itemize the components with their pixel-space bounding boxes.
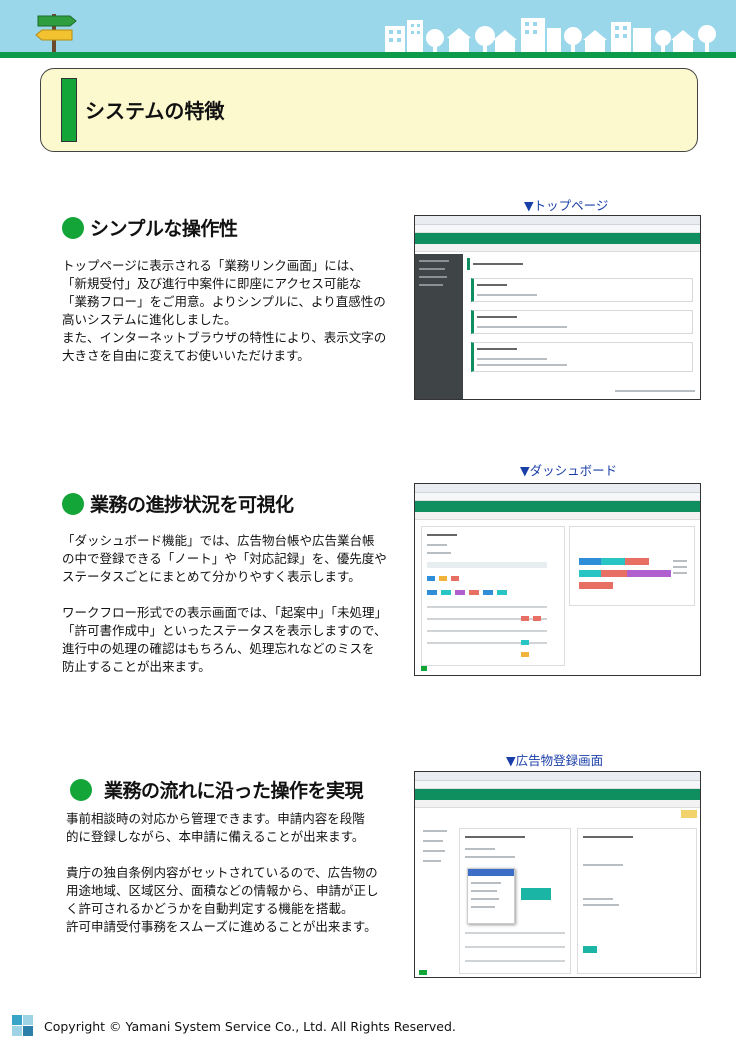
green-dot-icon [62, 216, 84, 239]
body-line: 「ダッシュボード機能」では、広告物台帳や広告業台帳 [62, 533, 375, 548]
body-line: 事前相談時の対応から管理できます。申請内容を段階 [66, 811, 365, 826]
body-line: 大きさを自由に変えてお使いいただけます。 [62, 348, 310, 363]
section-3-caption: ▼広告物登録画面 [506, 753, 604, 768]
body-line: 高いシステムに進化しました。 [62, 312, 237, 327]
section-2-body: 「ダッシュボード機能」では、広告物台帳や広告業台帳 の中で登録できる「ノート」や… [62, 532, 392, 676]
body-line: 進行中の処理の確認はもちろん、処理忘れなどのミスを [62, 641, 375, 656]
section-2-caption: ▼ダッシュボード [520, 463, 618, 478]
page-title: システムの特徴 [85, 99, 225, 123]
town-skyline-icon [385, 18, 716, 52]
company-logo-icon [12, 1015, 34, 1037]
section-3-body: 事前相談時の対応から管理できます。申請内容を段階 的に登録しながら、本申請に備え… [66, 810, 396, 936]
section-1-body: トップページに表示される「業務リンク画面」には、 「新規受付」及び進行中案件に即… [62, 257, 392, 365]
body-line: また、インターネットブラウザの特性により、表示文字の [62, 330, 387, 345]
ad-registration-screenshot [414, 771, 701, 978]
section-2-heading: 業務の進捗状況を可視化 [62, 490, 294, 517]
section-1-title: シンプルな操作性 [90, 218, 238, 240]
body-line: 用途地域、区域区分、面積などの情報から、申請が正し [66, 883, 379, 898]
body-line: 防止することが出来ます。 [62, 659, 211, 674]
title-box: システムの特徴 [40, 68, 698, 152]
section-2-title: 業務の進捗状況を可視化 [90, 494, 294, 516]
body-line: ワークフロー形式での表示画面では、「起案中」「未処理」 [62, 605, 388, 620]
copyright-text: Copyright © Yamani System Service Co., L… [44, 1018, 456, 1034]
body-line: 許可申請受付事務をスムーズに進めることが出来ます。 [66, 919, 377, 934]
body-line: 的に登録しながら、本申請に備えることが出来ます。 [66, 829, 365, 844]
header-green-line [0, 52, 736, 58]
dashboard-screenshot [414, 483, 701, 676]
section-3-title: 業務の流れに沿った操作を実現 [104, 780, 364, 802]
footer: Copyright © Yamani System Service Co., L… [12, 1015, 456, 1037]
body-line: の中で登録できる「ノート」や「対応記録」を、優先度や [62, 551, 387, 566]
body-line: 「新規受付」及び進行中案件に即座にアクセス可能な [62, 276, 362, 291]
body-line: トップページに表示される「業務リンク画面」には、 [62, 258, 362, 273]
section-1-caption: ▼トップページ [524, 198, 609, 213]
section-1-heading: シンプルな操作性 [62, 214, 238, 241]
title-accent-bar [61, 78, 77, 142]
top-page-screenshot [414, 215, 701, 400]
body-line: く許可されるかどうかを自動判定する機能を搭載。 [66, 901, 354, 916]
body-line: ステータスごとにまとめて分かりやすく表示します。 [62, 569, 361, 584]
body-line: 貴庁の独自条例内容がセットされているので、広告物の [66, 865, 378, 880]
green-dot-icon [62, 492, 84, 515]
body-line: 「許可書作成中」といったステータスを表示しますので、 [62, 623, 387, 638]
body-line: 「業務フロー」をご用意。よりシンプルに、より直感性の [62, 294, 386, 309]
section-3-heading: 業務の流れに沿った操作を実現 [70, 776, 364, 803]
signpost-icon [35, 14, 77, 52]
green-dot-icon [70, 778, 92, 801]
